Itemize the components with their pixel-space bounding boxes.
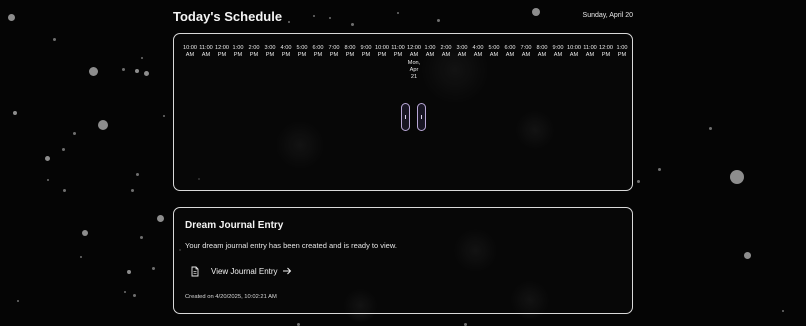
journal-title: Dream Journal Entry	[185, 220, 284, 231]
document-icon	[187, 263, 203, 279]
page-title: Today's Schedule	[173, 9, 283, 24]
background-star	[80, 256, 82, 258]
event-block[interactable]	[417, 103, 426, 131]
background-star	[708, 126, 712, 130]
page-date: Sunday, April 20	[582, 12, 633, 19]
background-star	[124, 291, 126, 293]
background-star	[132, 293, 136, 297]
background-star	[82, 230, 88, 236]
background-star	[163, 115, 165, 117]
journal-description: Your dream journal entry has been create…	[185, 241, 397, 250]
event-block[interactable]	[401, 103, 410, 131]
background-star	[127, 270, 131, 274]
background-star	[130, 188, 134, 192]
background-star	[61, 147, 65, 151]
background-star	[135, 69, 139, 73]
background-star	[121, 67, 125, 71]
background-star	[135, 172, 139, 176]
background-star	[62, 188, 66, 192]
background-star	[139, 235, 143, 239]
background-star	[657, 167, 661, 171]
tick-text: 21	[410, 74, 418, 81]
view-journal-entry-label: View Journal Entry	[211, 266, 278, 276]
dream-journal-card: Dream Journal Entry Your dream journal e…	[173, 207, 633, 314]
tick-text: PM	[617, 52, 627, 59]
timeline-axis: 10:00 AM 11:00 AM 12:00 PM 1:00 PM 2:00 PM 3:00 PM 4…	[182, 45, 627, 105]
page-header: Today's Schedule Sunday, April 20	[173, 9, 633, 27]
background-star	[743, 251, 751, 259]
tick-text: Apr	[409, 66, 419, 73]
event-handle-icon	[405, 115, 406, 119]
background-star	[52, 37, 56, 41]
background-star	[141, 57, 143, 59]
background-star	[636, 179, 640, 183]
background-star	[17, 300, 19, 302]
background-star	[72, 131, 76, 135]
tick-text: Mon,	[407, 59, 421, 66]
background-star	[7, 13, 15, 21]
background-star	[782, 310, 784, 312]
background-star	[98, 120, 108, 130]
background-star	[143, 70, 149, 76]
background-star	[13, 111, 17, 115]
background-star	[44, 155, 50, 161]
event-handle-icon	[421, 115, 422, 119]
background-star	[730, 170, 744, 184]
background-star	[88, 66, 98, 76]
arrow-right-icon	[282, 266, 292, 276]
journal-created-timestamp: Created on 4/20/2025, 10:02:21 AM	[185, 294, 277, 300]
background-star	[151, 266, 155, 270]
schedule-timeline-card: 10:00 AM 11:00 AM 12:00 PM 1:00 PM 2:00 PM 3:00 PM 4…	[173, 33, 633, 191]
timeline-tick-label: 1:00 PM	[612, 45, 632, 60]
background-star	[47, 179, 49, 181]
view-journal-entry-link[interactable]: View Journal Entry	[187, 263, 302, 279]
background-star	[156, 214, 164, 222]
tick-text: 1:00	[616, 45, 628, 51]
background-star	[463, 322, 467, 326]
background-star	[296, 322, 300, 326]
